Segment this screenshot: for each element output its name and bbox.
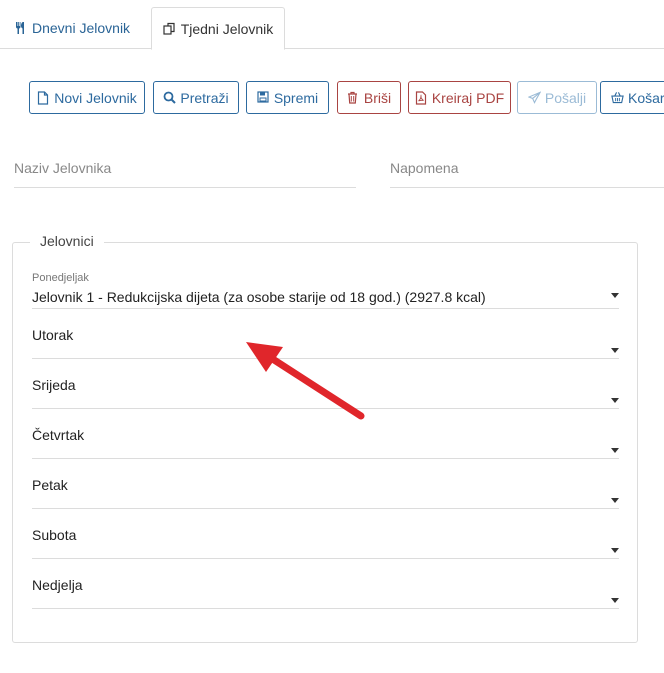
friday-select[interactable]: Petak [32,476,619,509]
note-field-wrapper [390,150,664,188]
floppy-disk-icon [257,90,270,105]
tuesday-select[interactable]: Utorak [32,326,619,359]
search-button[interactable]: Pretraži [153,81,239,114]
note-input[interactable] [390,150,664,186]
create-pdf-button[interactable]: Kreiraj PDF [408,81,511,114]
create-pdf-label: Kreiraj PDF [431,89,505,106]
paper-plane-icon [527,90,541,105]
file-pdf-icon [415,90,428,105]
basket-icon [611,91,624,105]
tab-daily-menu[interactable]: Dnevni Jelovnik [14,7,130,48]
menus-legend: Jelovnici [30,233,104,249]
friday-label: Petak [32,477,68,493]
sunday-label: Nedjelja [32,577,83,593]
copy-icon [163,22,177,36]
search-label: Pretraži [180,89,229,106]
delete-button[interactable]: Briši [337,81,401,114]
delete-label: Briši [363,89,392,106]
chevron-down-icon [611,348,619,353]
chevron-down-icon [611,548,619,553]
utensils-icon [14,21,28,35]
wednesday-select[interactable]: Srijeda [32,376,619,409]
chevron-down-icon [611,398,619,403]
search-icon [163,91,177,105]
tab-weekly-menu[interactable]: Tjedni Jelovnik [151,7,285,50]
monday-value: Jelovnik 1 - Redukcijska dijeta (za osob… [32,289,486,305]
menu-name-input[interactable] [14,150,356,186]
basket-label: Košar [628,89,664,106]
monday-label: Ponedjeljak [32,272,89,284]
saturday-label: Subota [32,527,77,543]
tab-daily-menu-label: Dnevni Jelovnik [32,19,131,36]
send-button[interactable]: Pošalji [517,81,597,114]
chevron-down-icon [611,448,619,453]
saturday-select[interactable]: Subota [32,526,619,559]
monday-select[interactable]: Ponedjeljak Jelovnik 1 - Redukcijska dij… [32,272,619,309]
chevron-down-icon [611,498,619,503]
file-icon [37,90,50,105]
thursday-select[interactable]: Četvrtak [32,426,619,459]
chevron-down-icon [611,598,619,603]
save-label: Spremi [273,89,319,106]
trash-icon [347,91,360,105]
menu-name-field-wrapper [14,150,356,188]
tab-weekly-menu-label: Tjedni Jelovnik [180,20,274,37]
save-button[interactable]: Spremi [246,81,329,114]
tuesday-label: Utorak [32,327,74,343]
thursday-label: Četvrtak [32,427,85,443]
send-label: Pošalji [544,89,587,106]
new-menu-button[interactable]: Novi Jelovnik [29,81,145,114]
sunday-select[interactable]: Nedjelja [32,576,619,609]
chevron-down-icon [611,293,619,298]
new-menu-label: Novi Jelovnik [54,89,137,106]
basket-button[interactable]: Košar [600,81,664,114]
wednesday-label: Srijeda [32,377,76,393]
tab-bar: Dnevni Jelovnik Tjedni Jelovnik [0,0,664,50]
